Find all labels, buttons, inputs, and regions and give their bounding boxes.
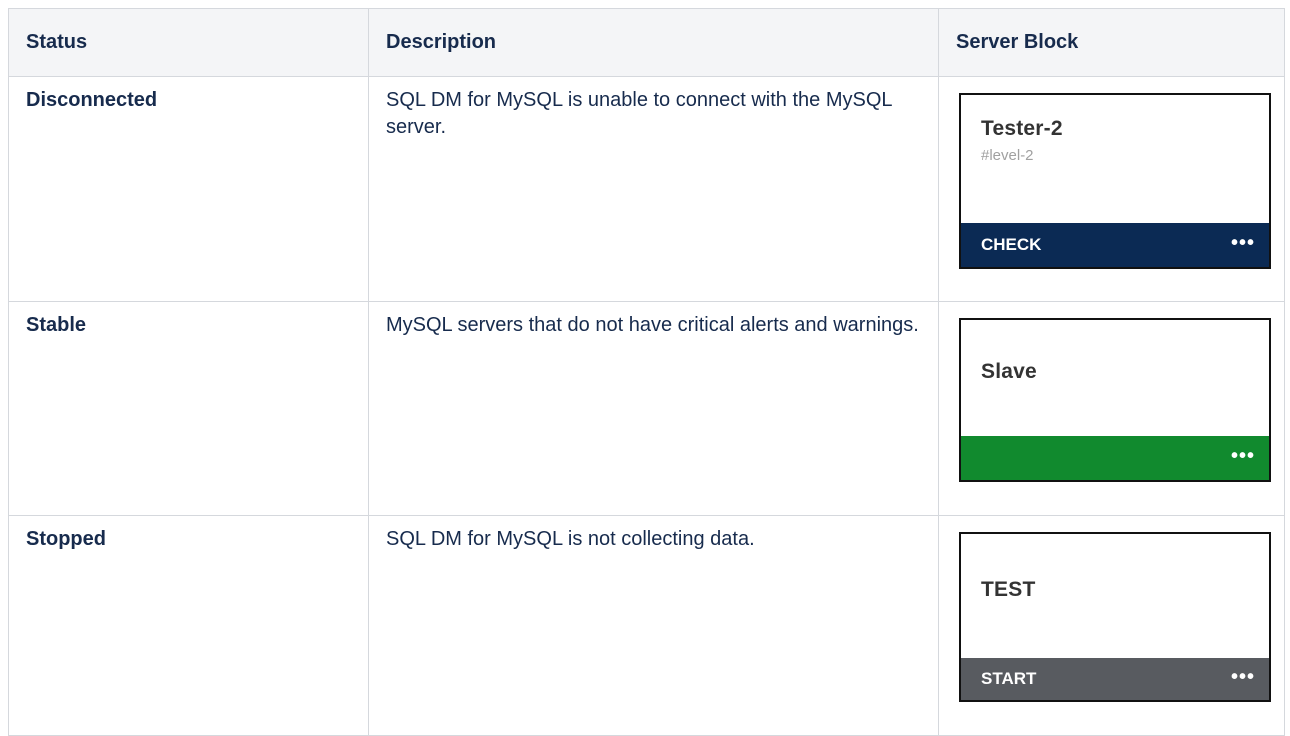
server-block-cell: TEST START ••• (938, 515, 1285, 736)
more-options-icon[interactable]: ••• (1231, 233, 1255, 253)
table-row: Stable MySQL servers that do not have cr… (8, 301, 1285, 516)
status-cell: Stable (8, 301, 369, 516)
server-status-table: Status Description Server Block Disconne… (8, 8, 1285, 736)
server-block-stable[interactable]: Slave ••• (959, 318, 1271, 482)
status-cell: Stopped (8, 515, 369, 736)
server-block-header: TEST (961, 534, 1269, 602)
more-options-icon[interactable]: ••• (1231, 446, 1255, 466)
start-button[interactable]: START (981, 669, 1036, 689)
server-tag: #level-2 (981, 147, 1034, 164)
server-status-bar: CHECK ••• (961, 223, 1269, 267)
server-block-cell: Tester-2 #level-2 CHECK ••• (938, 76, 1285, 302)
server-block-header: Tester-2 #level-2 (961, 95, 1269, 164)
status-cell: Disconnected (8, 76, 369, 302)
server-name: Tester-2 (981, 117, 1063, 140)
server-status-bar: ••• (961, 436, 1269, 480)
header-server-block: Server Block (938, 8, 1285, 77)
table-row: Disconnected SQL DM for MySQL is unable … (8, 76, 1285, 302)
header-description: Description (368, 8, 939, 77)
server-status-bar: START ••• (961, 658, 1269, 700)
table-row: Stopped SQL DM for MySQL is not collecti… (8, 515, 1285, 736)
server-block-stopped[interactable]: TEST START ••• (959, 532, 1271, 702)
more-options-icon[interactable]: ••• (1231, 667, 1255, 687)
table-header-row: Status Description Server Block (8, 8, 1285, 77)
server-block-header: Slave (961, 320, 1269, 384)
description-cell: MySQL servers that do not have critical … (368, 301, 939, 516)
server-block-cell: Slave ••• (938, 301, 1285, 516)
server-block-disconnected[interactable]: Tester-2 #level-2 CHECK ••• (959, 93, 1271, 269)
server-name: TEST (981, 578, 1036, 601)
description-cell: SQL DM for MySQL is not collecting data. (368, 515, 939, 736)
server-name: Slave (981, 360, 1037, 383)
description-cell: SQL DM for MySQL is unable to connect wi… (368, 76, 939, 302)
header-status: Status (8, 8, 369, 77)
check-button[interactable]: CHECK (981, 235, 1041, 255)
